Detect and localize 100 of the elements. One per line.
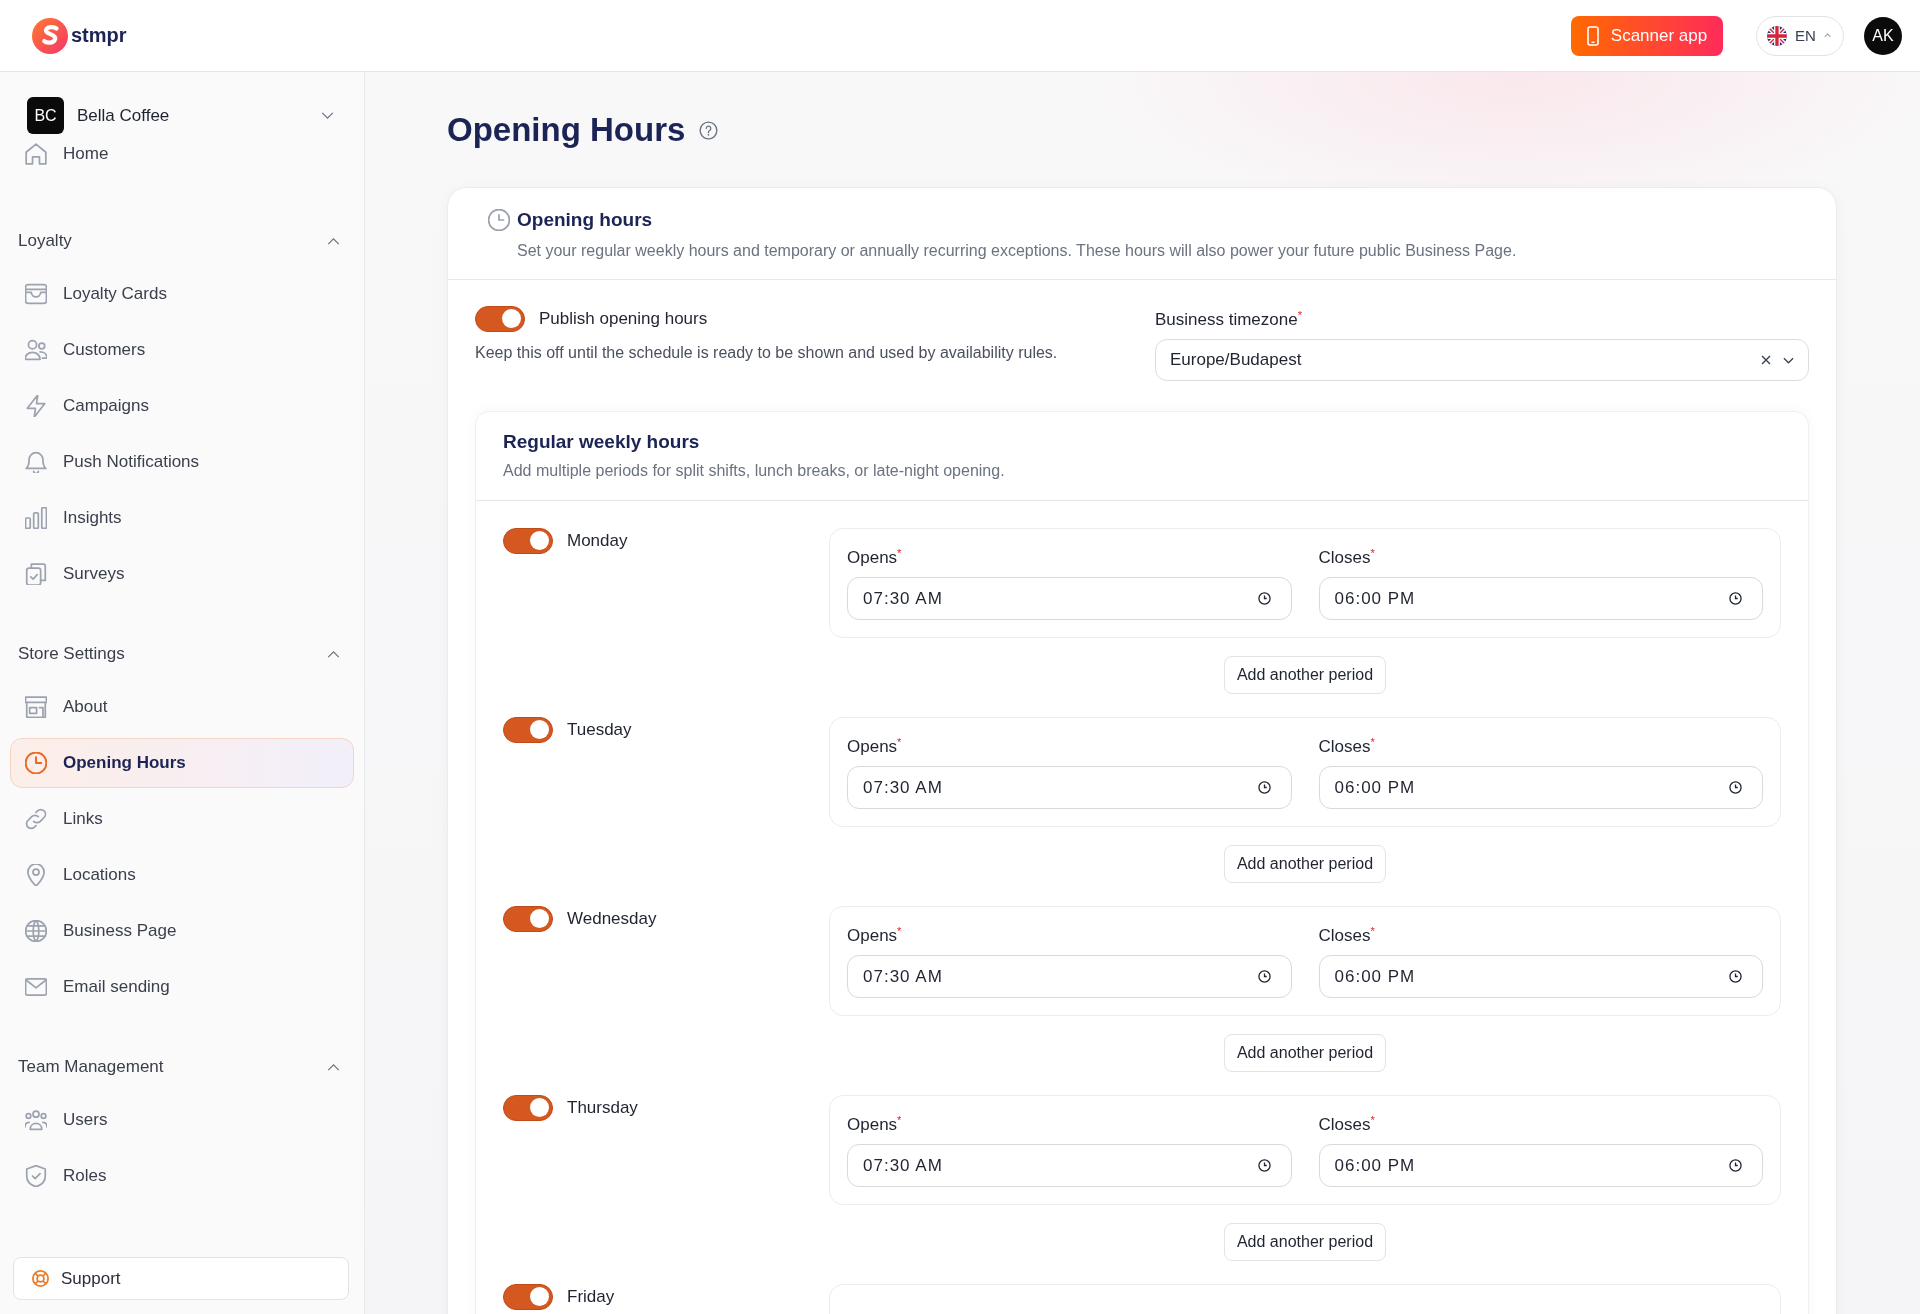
day-toggle[interactable] bbox=[503, 906, 553, 932]
field-label: Opens$^{*}$ bbox=[847, 736, 903, 758]
sidebar-item[interactable]: Campaigns bbox=[10, 381, 354, 431]
sidebar-item[interactable]: Customers bbox=[10, 325, 354, 375]
day-label: Friday bbox=[567, 1288, 615, 1306]
day-label: Wednesday bbox=[567, 910, 657, 928]
day-label: Monday bbox=[567, 532, 628, 550]
field-label: Closes$^{*}$ bbox=[1318, 736, 1376, 758]
section-title: Regular weekly hours bbox=[503, 430, 701, 454]
scanner-app-button[interactable]: Scanner app bbox=[1571, 15, 1723, 56]
sidebar-item[interactable]: Loyalty Cards bbox=[10, 269, 354, 319]
bar-chart-icon bbox=[25, 507, 47, 529]
clock-icon[interactable] bbox=[1729, 781, 1742, 794]
clock-icon bbox=[488, 209, 510, 231]
add-period-button[interactable]: Add another period bbox=[1223, 656, 1387, 694]
sidebar-item[interactable]: Email sending bbox=[10, 962, 354, 1012]
business-name[interactable]: Bella Coffee bbox=[77, 105, 170, 126]
life-ring-icon bbox=[32, 1270, 49, 1287]
clock-icon[interactable] bbox=[1257, 592, 1271, 605]
day-label: Tuesday bbox=[567, 721, 632, 739]
help-icon[interactable] bbox=[699, 120, 719, 140]
clock-icon[interactable] bbox=[1257, 781, 1271, 794]
add-period-button[interactable]: Add another period bbox=[1223, 1223, 1387, 1261]
section-header[interactable]: Store Settings bbox=[10, 639, 354, 669]
home-icon bbox=[25, 143, 47, 165]
publish-description: Keep this off until the schedule is ready to be shown and used by availability rules. bbox=[475, 343, 1059, 363]
language-button[interactable]: EN bbox=[1756, 15, 1844, 56]
field-label: Closes$^{*}$ bbox=[1318, 547, 1376, 569]
bell-icon bbox=[25, 451, 47, 473]
day-toggle[interactable] bbox=[503, 1284, 553, 1310]
map-pin-icon bbox=[25, 864, 47, 886]
field-label: Opens$^{*}$ bbox=[847, 925, 903, 947]
time-field[interactable]: 07:30 AM bbox=[847, 1144, 1292, 1187]
globe-icon bbox=[25, 920, 47, 942]
time-field[interactable]: 07:30 AM bbox=[847, 766, 1292, 809]
timezone-select[interactable]: Europe/Budapest bbox=[1155, 339, 1809, 381]
logo-icon bbox=[32, 17, 68, 54]
day-toggle[interactable] bbox=[503, 528, 553, 554]
field-label: Closes$^{*}$ bbox=[1318, 1114, 1376, 1136]
publish-toggle[interactable] bbox=[475, 306, 525, 332]
section-description: Add multiple periods for split shifts, lunch breaks, or late-night opening. bbox=[503, 461, 1006, 481]
phone-icon bbox=[1586, 25, 1599, 46]
link-icon bbox=[25, 808, 47, 830]
chevron-down-icon[interactable] bbox=[1783, 356, 1794, 364]
sidebar-item[interactable]: Links bbox=[10, 794, 354, 844]
caret-icon bbox=[1823, 33, 1831, 38]
clock-icon[interactable] bbox=[1729, 592, 1742, 605]
timezone-label: Business timezone$^{*}$ bbox=[1155, 309, 1303, 331]
field-label: Opens$^{*}$ bbox=[847, 547, 903, 569]
add-period-button[interactable]: Add another period bbox=[1223, 845, 1387, 883]
lightning-icon bbox=[25, 395, 47, 417]
card-title: Opening hours bbox=[517, 208, 654, 232]
sidebar-item[interactable]: Users bbox=[10, 1095, 354, 1145]
user-avatar[interactable]: AK bbox=[1864, 16, 1902, 55]
sidebar-item[interactable]: Insights bbox=[10, 493, 354, 543]
sidebar-item[interactable]: Push Notifications bbox=[10, 437, 354, 487]
card-description: Set your regular weekly hours and temporary or annually recurring exceptions. These hours will also power your future public Business Page. bbox=[517, 241, 1517, 261]
shield-check-icon bbox=[25, 1165, 47, 1187]
envelope-icon bbox=[25, 976, 47, 998]
clear-icon[interactable] bbox=[1761, 355, 1771, 365]
clock-icon[interactable] bbox=[1257, 1159, 1271, 1172]
time-field[interactable]: 07:30 AM bbox=[847, 577, 1292, 620]
clock-icon[interactable] bbox=[1257, 970, 1271, 983]
clock-icon bbox=[25, 752, 47, 774]
flag-icon bbox=[1767, 24, 1787, 47]
clock-icon[interactable] bbox=[1729, 1159, 1742, 1172]
day-toggle[interactable] bbox=[503, 717, 553, 743]
time-field[interactable]: 06:00 PM bbox=[1318, 1144, 1763, 1187]
support-button[interactable]: Support bbox=[13, 1257, 349, 1300]
time-field[interactable]: 06:00 PM bbox=[1318, 766, 1763, 809]
sidebar-item[interactable]: About bbox=[10, 682, 354, 732]
field-label: Opens$^{*}$ bbox=[847, 1114, 903, 1136]
sidebar-item[interactable]: Surveys bbox=[10, 549, 354, 599]
section-header[interactable]: Loyalty bbox=[10, 226, 354, 256]
time-field[interactable]: 07:30 AM bbox=[847, 955, 1292, 998]
sidebar-item[interactable]: Business Page bbox=[10, 906, 354, 956]
section-header[interactable]: Team Management bbox=[10, 1052, 354, 1082]
sidebar-item[interactable]: Roles bbox=[10, 1151, 354, 1201]
time-field[interactable]: 06:00 PM bbox=[1318, 577, 1763, 620]
users-icon bbox=[25, 1109, 47, 1131]
add-period-button[interactable]: Add another period bbox=[1223, 1034, 1387, 1072]
chevron-up-icon bbox=[327, 237, 340, 245]
chevron-up-icon bbox=[327, 650, 340, 658]
time-field[interactable]: 06:00 PM bbox=[1318, 955, 1763, 998]
clock-icon[interactable] bbox=[1729, 970, 1742, 983]
card-icon bbox=[25, 283, 47, 305]
people-icon bbox=[25, 339, 47, 361]
sidebar-item[interactable]: Opening Hours bbox=[10, 738, 354, 788]
brand-name: stmpr bbox=[71, 24, 127, 47]
day-toggle[interactable] bbox=[503, 1095, 553, 1121]
business-avatar: BC bbox=[27, 97, 64, 134]
clipboard-check-icon bbox=[25, 563, 47, 585]
store-icon bbox=[25, 696, 47, 718]
field-label: Closes$^{*}$ bbox=[1318, 925, 1376, 947]
chevron-up-icon bbox=[327, 1063, 340, 1071]
day-label: Thursday bbox=[567, 1099, 638, 1117]
page-title: Opening Hours bbox=[447, 110, 686, 150]
sidebar-item[interactable]: Locations bbox=[10, 850, 354, 900]
sidebar-item[interactable]: Home bbox=[10, 134, 354, 174]
publish-label: Publish opening hours bbox=[539, 309, 708, 329]
